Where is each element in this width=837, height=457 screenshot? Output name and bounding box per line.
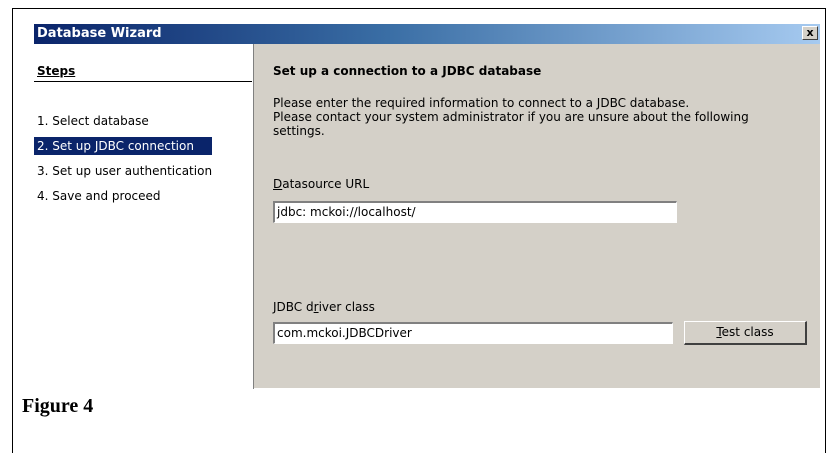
database-wizard-dialog: Database Wizard x Steps 1. Select databa… [33,23,820,389]
description-line-3: settings. [273,124,325,138]
test-class-button[interactable]: Test class [684,321,807,345]
step-setup-jdbc-connection[interactable]: 2. Set up JDBC connection [34,137,212,155]
window-title: Database Wizard [37,26,162,41]
description-line-1: Please enter the required information to… [273,96,690,110]
datasource-url-prefix: jdbc: [277,205,307,219]
close-icon[interactable]: x [802,26,818,40]
driver-label-post: iver class [318,300,375,314]
driver-class-input[interactable]: com.mckoi.JDBCDriver [273,322,673,344]
steps-title: Steps [37,64,76,78]
steps-divider [253,44,254,389]
datasource-url-label: Datasource URL [273,177,369,191]
steps-separator [34,81,252,82]
page-title: Set up a connection to a JDBC database [273,64,542,78]
step-setup-user-authentication[interactable]: 3. Set up user authentication [34,162,212,180]
driver-class-label: JDBC driver class [273,300,375,314]
test-class-label: est class [721,325,774,339]
driver-label-pre: JDBC d [273,300,314,314]
description-line-2: Please contact your system administrator… [273,110,749,124]
step-save-and-proceed[interactable]: 4. Save and proceed [34,187,161,205]
datasource-mnemonic: D [273,177,283,191]
step-select-database[interactable]: 1. Select database [34,112,149,130]
datasource-url-input[interactable]: jdbc: mckoi://localhost/ [273,201,677,223]
datasource-url-value: mckoi://localhost/ [310,205,416,219]
figure-caption: Figure 4 [22,395,94,417]
content-panel: Set up a connection to a JDBC database P… [255,44,820,389]
title-bar[interactable]: Database Wizard x [34,24,820,44]
description: Please enter the required information to… [273,96,803,138]
steps-panel: Steps 1. Select database 2. Set up JDBC … [34,44,254,389]
datasource-label-text: atasource URL [282,177,370,191]
